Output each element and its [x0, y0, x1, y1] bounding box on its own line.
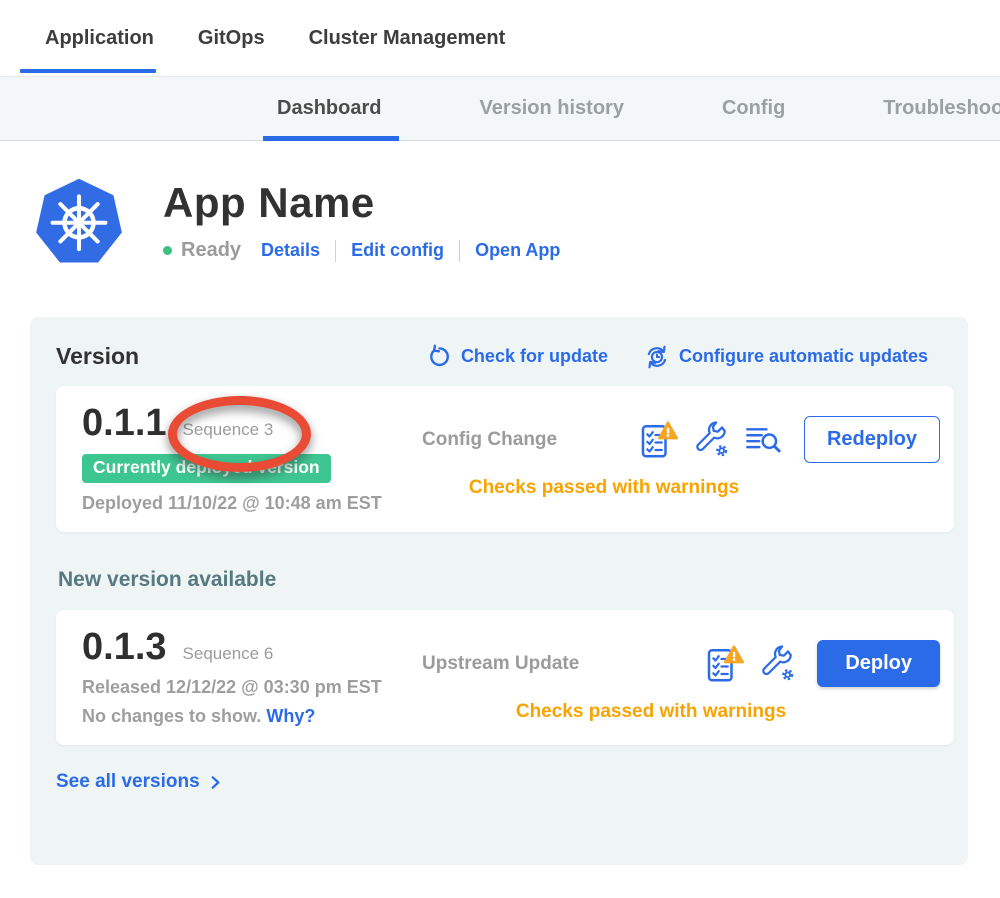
tab-troubleshoot[interactable]: Troubleshoot [883, 77, 1000, 140]
current-version-sequence: Sequence 3 [183, 420, 274, 440]
separator [335, 240, 336, 262]
app-header: App Name Ready Details Edit config Open … [35, 175, 1000, 267]
preflight-checks-icon[interactable] [638, 420, 678, 460]
details-link[interactable]: Details [261, 240, 320, 261]
current-checks-status: Checks passed with warnings [422, 477, 786, 499]
tab-gitops[interactable]: GitOps [198, 0, 265, 76]
current-version-number: 0.1.1 [82, 402, 167, 445]
tab-version-history[interactable]: Version history [479, 77, 624, 140]
config-wrench-icon[interactable] [691, 420, 731, 460]
app-status-label: Ready [181, 239, 241, 262]
new-version-card: 0.1.3 Sequence 6 Released 12/12/22 @ 03:… [56, 610, 954, 745]
tab-application[interactable]: Application [45, 0, 154, 76]
currently-deployed-badge: Currently deployed version [82, 454, 331, 483]
app-sub-nav: Dashboard Version history Config Trouble… [0, 76, 1000, 141]
released-timestamp: Released 12/12/22 @ 03:30 pm EST [82, 677, 392, 698]
see-all-versions-link[interactable]: See all versions [56, 771, 954, 793]
tab-cluster-management[interactable]: Cluster Management [309, 0, 506, 76]
check-for-update-label: Check for update [461, 346, 608, 367]
new-version-type: Upstream Update [422, 653, 579, 675]
redeploy-button[interactable]: Redeploy [804, 416, 940, 463]
configure-automatic-updates-link[interactable]: Configure automatic updates [644, 344, 928, 370]
current-version-type: Config Change [422, 429, 557, 451]
app-name-title: App Name [163, 179, 560, 227]
primary-nav: Application GitOps Cluster Management [0, 0, 1000, 76]
refresh-icon [427, 344, 452, 369]
config-wrench-icon[interactable] [757, 644, 797, 684]
auto-update-icon [644, 344, 670, 370]
open-app-link[interactable]: Open App [475, 240, 560, 261]
kubernetes-logo-icon [35, 175, 123, 267]
see-all-versions-label: See all versions [56, 771, 200, 793]
why-link[interactable]: Why? [266, 706, 315, 726]
current-version-card: 0.1.1 Sequence 3 Currently deployed vers… [56, 386, 954, 532]
version-section: Version Check for update Configure [30, 317, 968, 865]
chevron-right-icon [208, 775, 223, 790]
deploy-button[interactable]: Deploy [817, 640, 940, 687]
new-version-sequence: Sequence 6 [183, 644, 274, 664]
check-for-update-link[interactable]: Check for update [427, 344, 608, 370]
version-section-title: Version [56, 343, 139, 370]
tab-config[interactable]: Config [722, 77, 785, 140]
edit-config-link[interactable]: Edit config [351, 240, 444, 261]
no-changes-line: No changes to show. Why? [82, 706, 392, 727]
view-files-icon[interactable] [744, 420, 784, 460]
new-version-number: 0.1.3 [82, 626, 167, 669]
new-checks-status: Checks passed with warnings [422, 701, 880, 723]
preflight-checks-icon[interactable] [704, 644, 744, 684]
configure-automatic-updates-label: Configure automatic updates [679, 346, 928, 367]
no-changes-text: No changes to show. [82, 706, 266, 726]
new-version-heading: New version available [58, 568, 954, 592]
separator [459, 240, 460, 262]
deployed-timestamp: Deployed 11/10/22 @ 10:48 am EST [82, 493, 392, 514]
tab-dashboard[interactable]: Dashboard [277, 77, 381, 140]
ready-status-dot [163, 246, 172, 255]
